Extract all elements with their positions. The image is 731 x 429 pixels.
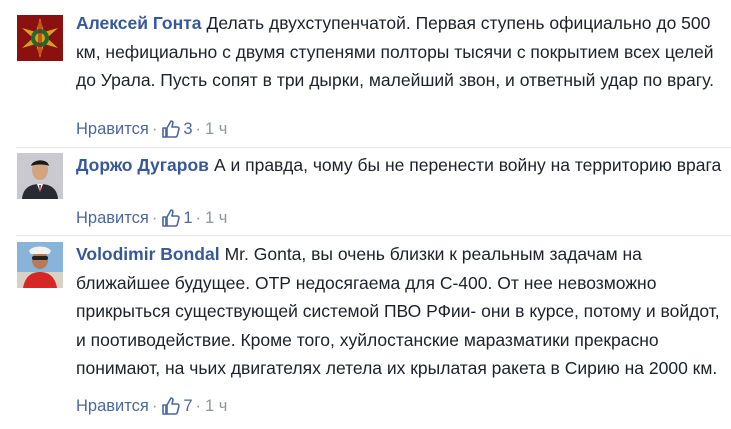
separator: · [151,119,158,138]
comment-body: Volodimir Bondal Mr. Gonta, вы очень близ… [76,240,723,383]
comment-text: А и правда, чому бы не перенести войну н… [213,155,722,175]
comment-author[interactable]: Volodimir Bondal [76,244,220,264]
comment-thread: Алексей Гонта Делать двухступенчатой. Пер… [0,0,731,429]
avatar-photo-icon [17,242,63,288]
comment-body: Доржо Дугаров А и правда, чому бы не пере… [76,151,723,180]
separator: · [151,396,158,415]
comment-body: Алексей Гонта Делать двухступенчатой. Пер… [76,9,723,95]
comment-author[interactable]: Доржо Дугаров [76,155,209,175]
comment-timestamp[interactable]: 1 ч [205,397,227,416]
like-button[interactable]: Нравится [76,397,149,416]
like-count[interactable]: 7 [183,397,192,416]
thumbs-up-icon[interactable] [161,119,181,139]
separator: · [195,119,202,138]
comment-actions: Нравится · 1 · 1 ч [76,206,227,230]
divider [16,147,731,148]
comment-author[interactable]: Алексей Гонта [76,13,201,33]
like-button[interactable]: Нравится [76,120,149,139]
avatar[interactable] [17,15,63,61]
thumbs-up-icon[interactable] [161,396,181,416]
comment-actions: Нравится · 3 · 1 ч [76,117,227,141]
comment-actions: Нравится · 7 · 1 ч [76,394,227,418]
like-button[interactable]: Нравится [76,209,149,228]
avatar-portrait-icon [17,153,63,199]
avatar-emblem-icon [17,15,63,61]
divider [16,235,731,236]
like-count[interactable]: 1 [183,209,192,228]
separator: · [151,208,158,227]
avatar[interactable] [17,153,63,199]
separator: · [195,208,202,227]
thumbs-up-icon[interactable] [161,208,181,228]
avatar[interactable] [17,242,63,288]
separator: · [195,396,202,415]
like-count[interactable]: 3 [183,120,192,139]
comment-timestamp[interactable]: 1 ч [205,209,227,228]
comment-timestamp[interactable]: 1 ч [205,120,227,139]
comment-text: Mr. Gonta, вы очень близки к реальным за… [76,244,720,378]
